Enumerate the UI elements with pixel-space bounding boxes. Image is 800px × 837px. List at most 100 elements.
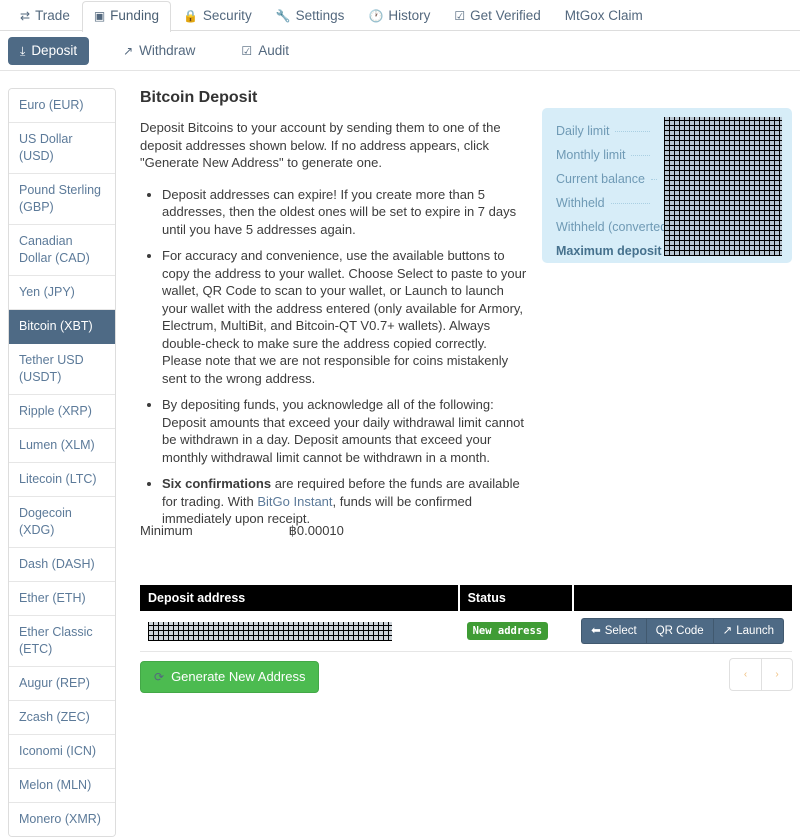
sidebar-item-monero-xmr[interactable]: Monero (XMR) xyxy=(9,803,115,836)
sidebar-item-dogecoin-xdg[interactable]: Dogecoin (XDG) xyxy=(9,497,115,548)
status-badge: New address xyxy=(466,622,549,640)
action-button-label: Launch xyxy=(736,625,774,637)
nav-tab-item: ⇄ Trade xyxy=(8,1,82,31)
table-body: New address ⬅ Select QR Code ↗ Launch xyxy=(140,611,792,652)
generate-new-address-button[interactable]: ⟳ Generate New Address xyxy=(140,661,320,693)
pagination-next[interactable]: › xyxy=(761,658,793,691)
intro-paragraph: Deposit Bitcoins to your account by send… xyxy=(140,120,501,170)
limit-dot-leader xyxy=(631,155,650,156)
nav-tab-label: Trade xyxy=(35,8,70,23)
sidebar-item-bitcoin-xbt[interactable]: Bitcoin (XBT) xyxy=(9,310,115,344)
main-content: Bitcoin Deposit Deposit Bitcoins to your… xyxy=(140,88,530,528)
select-button[interactable]: ⬅ Select xyxy=(581,618,646,644)
info-bullet: Six confirmations are required before th… xyxy=(162,475,530,528)
subnav-tab-audit[interactable]: ☑ Audit xyxy=(229,37,301,65)
minimum-value: ฿0.00010 xyxy=(288,523,344,538)
sidebar-item-melon-mln[interactable]: Melon (MLN) xyxy=(9,769,115,803)
subnav-tab-withdraw[interactable]: ↗ Withdraw xyxy=(111,37,207,65)
sidebar-item-euro-eur[interactable]: Euro (EUR) xyxy=(9,89,115,123)
nav-tab-get-verified[interactable]: ☑ Get Verified xyxy=(442,1,552,31)
subnav-tab-label: Withdraw xyxy=(139,43,196,58)
sidebar-item-us-dollar-usd[interactable]: US Dollar (USD) xyxy=(9,123,115,174)
sidebar-item-zcash-zec[interactable]: Zcash (ZEC) xyxy=(9,701,115,735)
clock-icon: 🕐 xyxy=(368,9,384,23)
pagination-prev[interactable]: ‹ xyxy=(729,658,761,691)
sidebar-item-lumen-xlm[interactable]: Lumen (XLM) xyxy=(9,429,115,463)
content-divider xyxy=(0,70,800,71)
currency-sidebar: Euro (EUR) US Dollar (USD) Pound Sterling … xyxy=(8,88,116,837)
info-bullet: By depositing funds, you acknowledge all… xyxy=(162,396,530,466)
action-button-label: QR Code xyxy=(655,625,704,637)
bitgo-instant-link[interactable]: BitGo Instant xyxy=(257,494,332,509)
download-icon: ⤓ xyxy=(20,44,26,58)
nav-tab-label: Get Verified xyxy=(470,8,541,23)
bullet-text: By depositing funds, you acknowledge all… xyxy=(162,397,525,465)
deposit-address-cell[interactable] xyxy=(140,611,459,652)
limit-dot-leader xyxy=(650,179,657,180)
limit-label: Monthly limit xyxy=(556,148,626,162)
table-column-header xyxy=(573,585,792,611)
deposit-address-redacted xyxy=(148,621,392,641)
sidebar-item-tether-usd-usdt[interactable]: Tether USD (USDT) xyxy=(9,344,115,395)
arrow-left-icon: ⬅ xyxy=(591,625,601,637)
nav-tab-history[interactable]: 🕐 History xyxy=(356,1,442,31)
nav-tab-item: MtGox Claim xyxy=(553,1,655,31)
limit-dot-leader xyxy=(610,203,650,204)
status-cell: New address xyxy=(458,611,574,652)
table-column-header: Deposit address xyxy=(140,585,460,611)
table-column-header: Status xyxy=(458,585,575,611)
subnav-tab-label: Deposit xyxy=(31,43,78,58)
sidebar-item-dash-dash[interactable]: Dash (DASH) xyxy=(9,548,115,582)
nav-tab-item: ☑ Get Verified xyxy=(442,1,552,31)
sidebar-item-canadian-dollar-cad[interactable]: Canadian Dollar (CAD) xyxy=(9,225,115,276)
nav-tab-label: Settings xyxy=(295,8,345,23)
nav-tab-label: MtGox Claim xyxy=(564,8,643,23)
subnav-item: ☑ Audit xyxy=(229,37,301,65)
limit-label: Daily limit xyxy=(556,124,610,138)
subnav-tab-label: Audit xyxy=(258,43,289,58)
sidebar-item-pound-sterling-gbp[interactable]: Pound Sterling (GBP) xyxy=(9,174,115,225)
deposit-address-table: Deposit address Status New address ⬅ Select… xyxy=(140,585,792,652)
refresh-icon: ⟳ xyxy=(154,670,165,684)
nav-tab-list: ⇄ Trade ▣ Funding 🔒 Security 🔧 Settings 🕐 History… xyxy=(0,0,800,32)
actions-cell: ⬅ Select QR Code ↗ Launch xyxy=(573,611,792,652)
minimum-label: Minimum xyxy=(140,523,193,538)
subnav-tab-deposit[interactable]: ⤓ Deposit xyxy=(8,37,90,65)
sidebar-item-litecoin-ltc[interactable]: Litecoin (LTC) xyxy=(9,463,115,497)
sidebar-item-augur-rep[interactable]: Augur (REP) xyxy=(9,667,115,701)
limit-label: Current balance xyxy=(556,172,645,186)
nav-tab-label: History xyxy=(388,8,431,23)
sidebar-item-ether-eth[interactable]: Ether (ETH) xyxy=(9,582,115,616)
nav-tab-item: 🕐 History xyxy=(356,1,442,31)
nav-tab-security[interactable]: 🔒 Security xyxy=(171,1,264,31)
minimum-row: Minimum ฿0.00010 xyxy=(140,522,530,539)
sidebar-item-iconomi-icn[interactable]: Iconomi (ICN) xyxy=(9,735,115,769)
subnav-item: ↗ Withdraw xyxy=(111,37,207,65)
sidebar-item-ripple-xrp[interactable]: Ripple (XRP) xyxy=(9,395,115,429)
limit-dot-leader xyxy=(615,131,650,132)
address-action-button-group: ⬅ Select QR Code ↗ Launch xyxy=(581,618,784,644)
lock-icon: 🔒 xyxy=(182,9,198,23)
main-navigation-tabs: ⇄ Trade ▣ Funding 🔒 Security 🔧 Settings 🕐 History… xyxy=(0,0,800,32)
subnav-item: ⤓ Deposit xyxy=(8,37,90,65)
page-title: Bitcoin Deposit xyxy=(140,89,258,106)
nav-tab-trade[interactable]: ⇄ Trade xyxy=(8,1,82,31)
bullet-text: Deposit addresses can expire! If you cre… xyxy=(162,186,517,237)
nav-tab-item: ▣ Funding xyxy=(81,1,171,32)
check-square-icon: ☑ xyxy=(454,9,466,23)
nav-tab-settings[interactable]: 🔧 Settings xyxy=(264,1,357,31)
subnav-tab-list: ⤓ Deposit ↗ Withdraw ☑ Audit xyxy=(0,34,800,68)
info-bullet: Deposit addresses can expire! If you cre… xyxy=(162,186,530,239)
bullet-text: For accuracy and convenience, use the av… xyxy=(162,248,527,386)
info-bullet-list: Deposit addresses can expire! If you cre… xyxy=(140,186,530,528)
launch-button[interactable]: ↗ Launch xyxy=(712,618,784,644)
qr-code-button[interactable]: QR Code xyxy=(645,618,713,644)
nav-tab-funding[interactable]: ▣ Funding xyxy=(81,1,171,32)
sidebar-item-ether-classic-etc[interactable]: Ether Classic (ETC) xyxy=(9,616,115,667)
generate-new-address-label: Generate New Address xyxy=(171,669,306,684)
sidebar-item-yen-jpy[interactable]: Yen (JPY) xyxy=(9,276,115,310)
nav-tab-mtgox-claim[interactable]: MtGox Claim xyxy=(553,1,655,31)
money-bill-icon: ▣ xyxy=(93,9,106,23)
limit-label: Withheld xyxy=(556,196,605,210)
nav-tab-label: Funding xyxy=(110,8,159,23)
